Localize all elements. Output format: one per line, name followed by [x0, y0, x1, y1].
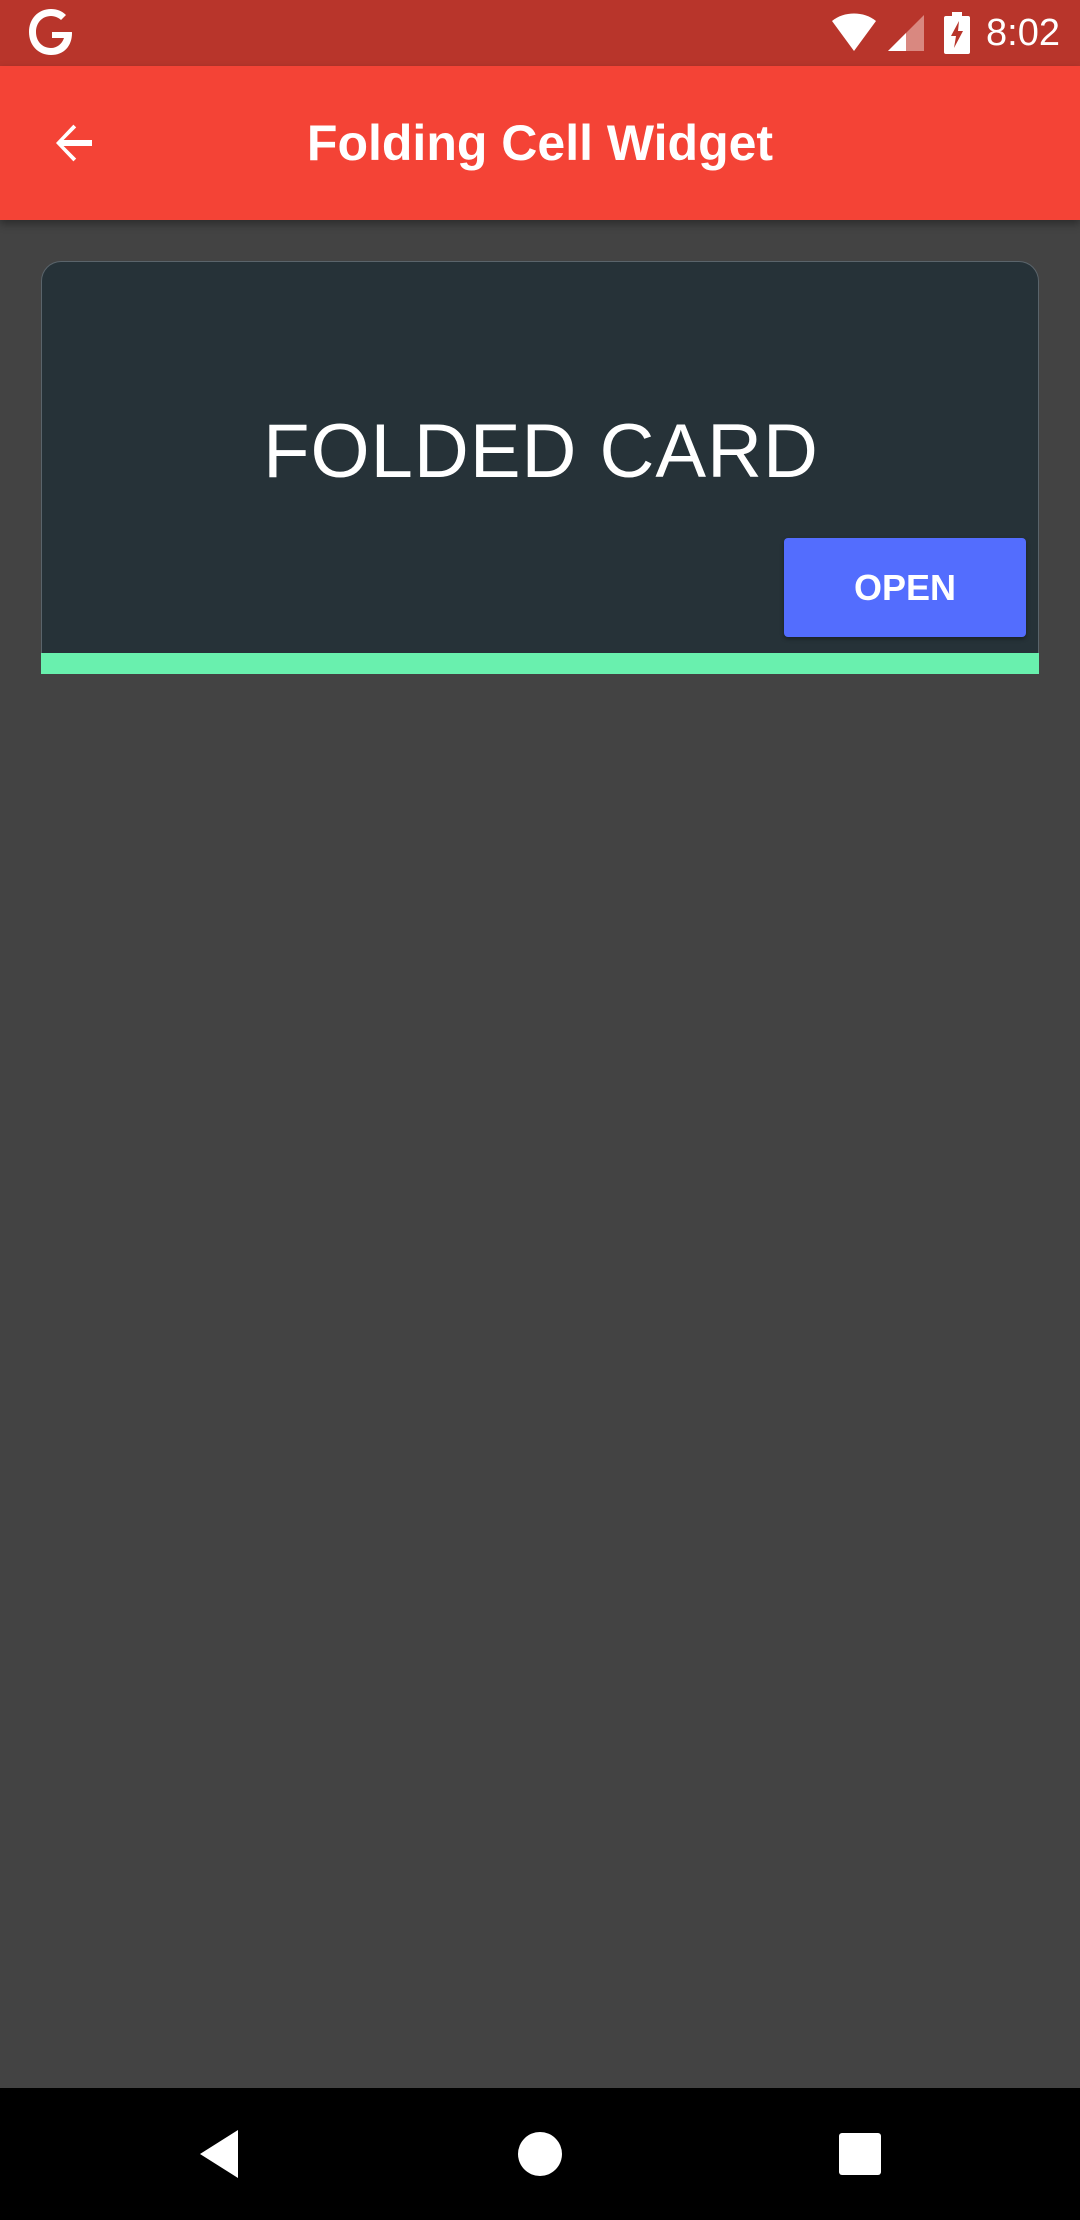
battery-charging-icon [944, 12, 971, 54]
recents-square-icon [839, 2133, 881, 2175]
nav-back-button[interactable] [180, 2114, 260, 2194]
back-button[interactable] [30, 99, 118, 187]
card-title: FOLDED CARD [263, 409, 819, 494]
home-circle-icon [518, 2132, 562, 2176]
wifi-icon [832, 13, 877, 51]
nav-home-button[interactable] [500, 2114, 580, 2194]
card-bottom-stripe [41, 653, 1039, 674]
navigation-bar [0, 2088, 1080, 2220]
google-g-icon [29, 9, 72, 55]
page-title: Folding Cell Widget [306, 115, 774, 171]
nav-recents-button[interactable] [820, 2114, 900, 2194]
status-time: 8:02 [986, 12, 1060, 54]
signal-icon [888, 15, 925, 51]
status-bar: 8:02 [0, 0, 1080, 66]
arrow-back-icon [56, 124, 92, 162]
folded-card[interactable]: FOLDED CARD OPEN [41, 261, 1039, 653]
open-button[interactable]: OPEN [784, 538, 1026, 637]
back-triangle-icon [200, 2130, 238, 2178]
app-bar: Folding Cell Widget [0, 66, 1080, 220]
